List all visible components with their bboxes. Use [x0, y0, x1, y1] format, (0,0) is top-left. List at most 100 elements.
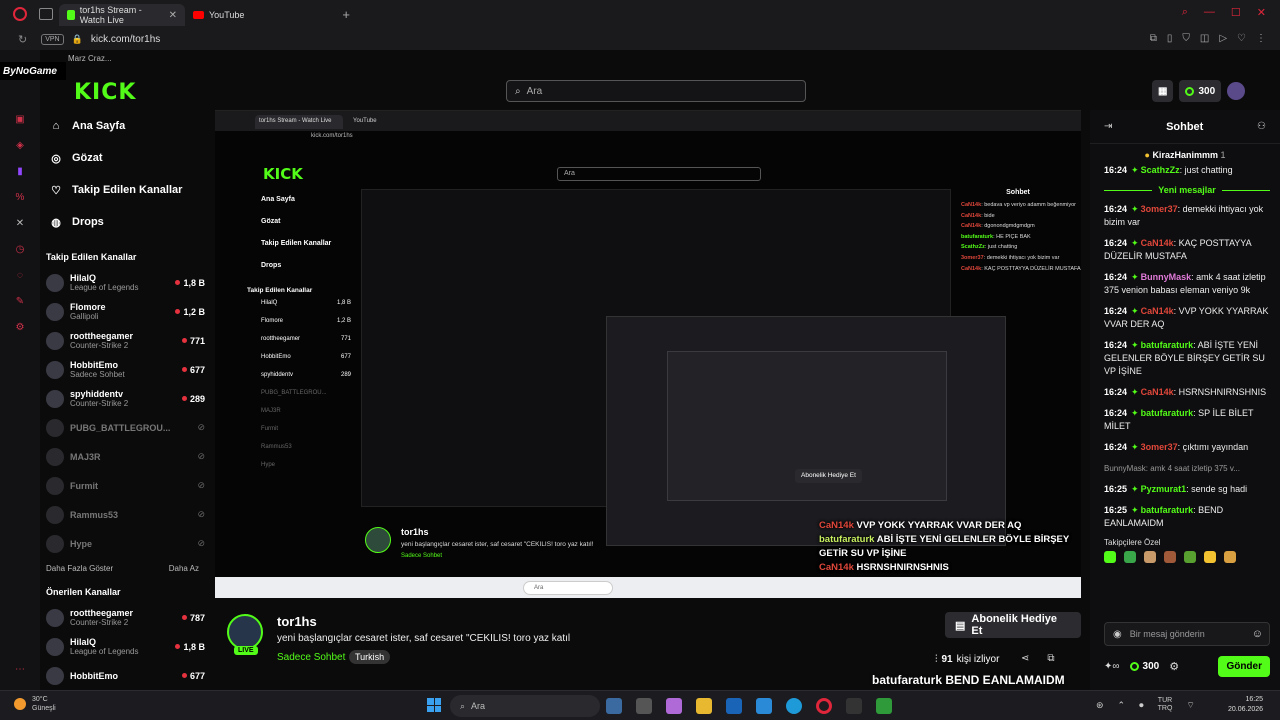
nav-drops[interactable]: ◍ Drops	[40, 206, 205, 238]
chat-username[interactable]: ScathzZz	[1141, 165, 1180, 175]
store-icon[interactable]	[726, 698, 742, 714]
sidebar-channel[interactable]: Rammus53 ⊘	[40, 500, 205, 529]
x-twitter-icon[interactable]: ✕	[14, 218, 26, 230]
bookmark-bar[interactable]: Marz Craz...	[68, 54, 112, 63]
nav-browse[interactable]: ◎ Gözat	[40, 142, 205, 174]
sidebar-channel[interactable]: PUBG_BATTLEGROU... ⊘	[40, 413, 205, 442]
pinboard-icon[interactable]: ✎	[14, 296, 26, 308]
copilot-icon[interactable]	[666, 698, 682, 714]
opera-speed-dial-icon[interactable]: ▣	[14, 114, 26, 126]
points-button[interactable]: 300	[1179, 80, 1222, 102]
emote-icon[interactable]	[1224, 551, 1236, 563]
new-tab-icon[interactable]: +	[342, 7, 350, 22]
snapshot-icon[interactable]: ⧉	[1150, 33, 1157, 44]
opera-ai-icon[interactable]: %	[14, 192, 26, 204]
recommended-channel[interactable]: roottheegamer Counter-Strike 2 787	[40, 603, 205, 632]
close-tab-icon[interactable]: ✕	[169, 10, 177, 21]
category-link[interactable]: Sadece Sohbet	[277, 652, 345, 663]
tab-kick[interactable]: tor1hs Stream - Watch Live ✕	[59, 4, 185, 26]
emote-icon[interactable]	[1164, 551, 1176, 563]
windows-start-icon[interactable]	[427, 698, 441, 712]
emote-icon[interactable]	[1144, 551, 1156, 563]
chat-points[interactable]: 300	[1129, 661, 1159, 672]
video-player[interactable]: tor1hs Stream - Watch Live YouTube kick.…	[215, 110, 1081, 598]
chat-username[interactable]: CaN14k	[1141, 238, 1174, 248]
maximize-icon[interactable]: ☐	[1231, 6, 1241, 19]
chat-username[interactable]: CaN14k	[1141, 387, 1174, 397]
nav-home[interactable]: ⌂ Ana Sayfa	[40, 110, 205, 142]
sidebar-channel[interactable]: Flomore Gallipoli 1,2 B	[40, 297, 205, 326]
show-hidden-icons[interactable]: ⌃	[1118, 700, 1126, 711]
opera-logo-icon[interactable]	[13, 7, 27, 21]
edge-icon[interactable]	[786, 698, 802, 714]
tab-menu-icon[interactable]	[39, 8, 53, 20]
kick-logo[interactable]: KICK	[74, 80, 136, 105]
chat-username[interactable]: batufaraturk	[1141, 340, 1194, 350]
taskbar-search[interactable]: ⌕ Ara	[450, 695, 600, 717]
extensions-icon[interactable]: ◌	[14, 270, 26, 282]
show-more-button[interactable]: Daha Fazla Göster	[46, 564, 113, 573]
nav-following[interactable]: ♡ Takip Edilen Kanallar	[40, 174, 205, 206]
search-tabs-icon[interactable]: ⌕	[1182, 6, 1188, 19]
twitch-icon[interactable]: ▮	[14, 166, 26, 178]
camera-icon[interactable]: ◫	[1200, 33, 1209, 44]
url-field[interactable]: kick.com/tor1hs	[91, 34, 160, 45]
chat-username[interactable]: batufaraturk	[1141, 505, 1194, 515]
chat-username[interactable]: BunnyMask	[1141, 272, 1192, 282]
sidebar-channel[interactable]: Furmit ⊘	[40, 471, 205, 500]
search-bar[interactable]: ⌕ Ara	[506, 80, 806, 102]
emoji-icon[interactable]: ☺	[1252, 628, 1263, 640]
pinned-gifter[interactable]: ● KirazHanimmm 1	[1090, 150, 1280, 160]
outlook-icon[interactable]	[756, 698, 772, 714]
sidebar-channel[interactable]: HobbitEmo Sadece Sohbet 677	[40, 355, 205, 384]
tray-app-icon[interactable]: ⊛	[1096, 700, 1104, 711]
multistream-button[interactable]: ▦	[1152, 80, 1174, 102]
sidebar-channel[interactable]: Hype ⊘	[40, 529, 205, 558]
opera-icon[interactable]	[816, 698, 832, 714]
chat-settings-icon[interactable]: ⚙	[1169, 660, 1179, 673]
clip-icon[interactable]: ⧉	[1047, 653, 1054, 664]
search-input[interactable]: Ara	[527, 86, 543, 97]
chat-input[interactable]: ◉ Bir mesaj gönderin ☺	[1104, 622, 1270, 646]
chat-username[interactable]: CaN14k	[1141, 306, 1174, 316]
wifi-icon[interactable]: ⌔	[1186, 700, 1194, 711]
gx-icon[interactable]: ⋯	[14, 664, 26, 676]
sidebar-channel[interactable]: HilalQ League of Legends 1,8 B	[40, 268, 205, 297]
user-avatar[interactable]	[1227, 82, 1246, 100]
play-icon[interactable]: ▷	[1219, 33, 1227, 44]
pinned-app-icon[interactable]	[606, 698, 622, 714]
emote-icon[interactable]	[1184, 551, 1196, 563]
input-language[interactable]: TUR TRQ	[1158, 697, 1173, 713]
reload-icon[interactable]: ↻	[18, 33, 27, 46]
microphone-icon[interactable]: ⏺	[1139, 700, 1144, 711]
minimize-icon[interactable]: —	[1204, 6, 1215, 19]
recommended-channel[interactable]: HobbitEmo 677	[40, 661, 205, 690]
opera-aria-icon[interactable]: ◈	[14, 140, 26, 152]
chat-username[interactable]: batufaraturk	[1141, 408, 1194, 418]
recommended-channel[interactable]: HilalQ League of Legends 1,8 B	[40, 632, 205, 661]
sidebar-channel[interactable]: spyhiddentv Counter-Strike 2 289	[40, 384, 205, 413]
emote-icon[interactable]	[1204, 551, 1216, 563]
emote-icon[interactable]	[1104, 551, 1116, 563]
streamer-name[interactable]: tor1hs	[277, 614, 317, 629]
task-view-icon[interactable]	[636, 698, 652, 714]
weather-widget[interactable]: 30°C Güneşli	[14, 695, 56, 713]
spreadsheet-icon[interactable]	[876, 698, 892, 714]
chat-users-icon[interactable]: ⚇	[1257, 121, 1266, 132]
share-icon[interactable]: ⋖	[1021, 653, 1029, 664]
lock-icon[interactable]: 🔒	[72, 34, 83, 45]
heart-icon[interactable]: ♡	[1237, 33, 1246, 44]
send-button[interactable]: Gönder	[1218, 655, 1270, 677]
bookmark-icon[interactable]: ▯	[1167, 33, 1173, 44]
emote-icon[interactable]	[1124, 551, 1136, 563]
menu-icon[interactable]: ⋮	[1256, 33, 1266, 44]
vpn-badge[interactable]: VPN	[41, 33, 64, 45]
media-player-icon[interactable]	[846, 698, 862, 714]
show-less-button[interactable]: Daha Az	[169, 564, 199, 573]
gift-sub-button[interactable]: ▤ Abonelik Hediye Et	[945, 612, 1081, 638]
settings-icon[interactable]: ⚙	[14, 322, 26, 334]
sidebar-channel[interactable]: roottheegamer Counter-Strike 2 771	[40, 326, 205, 355]
close-window-icon[interactable]: ✕	[1257, 6, 1266, 19]
chat-username[interactable]: 3omer37	[1141, 442, 1178, 452]
chat-username[interactable]: 3omer37	[1141, 204, 1178, 214]
